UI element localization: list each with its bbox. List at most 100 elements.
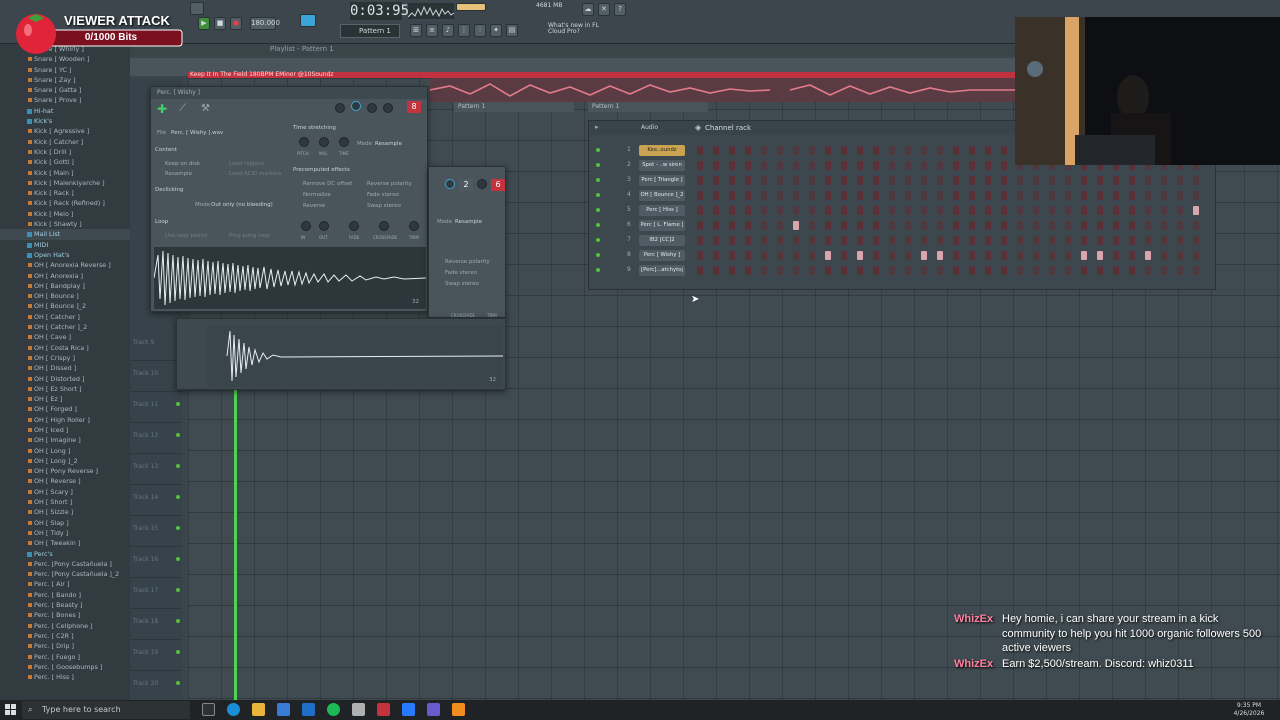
- browser-file[interactable]: Perc. [ Cellphone ]: [0, 621, 130, 631]
- step-button[interactable]: [841, 251, 847, 260]
- step-button[interactable]: [857, 161, 863, 170]
- channel-mute-led[interactable]: [596, 178, 600, 182]
- media-app-icon[interactable]: [427, 703, 440, 716]
- step-button[interactable]: [1129, 221, 1135, 230]
- step-button[interactable]: [745, 221, 751, 230]
- step-button[interactable]: [873, 146, 879, 155]
- step-button[interactable]: [857, 236, 863, 245]
- step-button[interactable]: [841, 191, 847, 200]
- step-button[interactable]: [905, 191, 911, 200]
- stretch-pitch-knob[interactable]: [299, 137, 309, 147]
- browser-file[interactable]: OH [ Sizzle ]: [0, 507, 130, 517]
- step-button[interactable]: [1113, 251, 1119, 260]
- swap-stereo-checkbox[interactable]: Swap stereo: [367, 203, 401, 209]
- step-button[interactable]: [953, 191, 959, 200]
- browser-file[interactable]: Kick [ Catcher ]: [0, 137, 130, 147]
- help-icon[interactable]: ?: [614, 3, 626, 16]
- step-button[interactable]: [1097, 251, 1103, 260]
- browser-file[interactable]: OH [ Ez ]: [0, 394, 130, 404]
- channel-name-button[interactable]: Spot - ..w siren: [639, 160, 685, 171]
- channel-mixer-track[interactable]: 8: [627, 251, 631, 258]
- step-button[interactable]: [921, 146, 927, 155]
- step-button[interactable]: [1065, 191, 1071, 200]
- browser-file[interactable]: Snare [ Gatta ]: [0, 85, 130, 95]
- browser-file[interactable]: OH [ Slap ]: [0, 518, 130, 528]
- channel-mute-led[interactable]: [596, 148, 600, 152]
- record-button[interactable]: ●: [230, 17, 242, 30]
- rack-swing-icon[interactable]: ◈: [695, 123, 701, 132]
- step-button[interactable]: [1065, 236, 1071, 245]
- step-button[interactable]: [969, 161, 975, 170]
- browser-file[interactable]: OH [ Anorexia ]: [0, 271, 130, 281]
- step-button[interactable]: [937, 266, 943, 275]
- step-button[interactable]: [1177, 236, 1183, 245]
- step-button[interactable]: [761, 236, 767, 245]
- stretch-mode-select[interactable]: Resample: [375, 141, 402, 147]
- browser-file[interactable]: OH [ Pony Reverse ]: [0, 466, 130, 476]
- track-header[interactable]: Track 10: [130, 361, 182, 392]
- step-button[interactable]: [1033, 236, 1039, 245]
- browser-file[interactable]: OH [ Dissed ]: [0, 363, 130, 373]
- step-button[interactable]: [713, 236, 719, 245]
- browser-file[interactable]: Perc. [ C2R ]: [0, 631, 130, 641]
- ping-pong-loop-checkbox[interactable]: Ping pong loop: [229, 233, 270, 239]
- step-button[interactable]: [1033, 221, 1039, 230]
- step-button[interactable]: [953, 161, 959, 170]
- step-button[interactable]: [937, 236, 943, 245]
- edge-browser-icon[interactable]: [227, 703, 240, 716]
- step-button[interactable]: [905, 251, 911, 260]
- step-button[interactable]: [953, 221, 959, 230]
- step-button[interactable]: [1161, 191, 1167, 200]
- step-button[interactable]: [841, 146, 847, 155]
- step-button[interactable]: [761, 206, 767, 215]
- channel-name-button[interactable]: OH [ Bounce ]_2: [639, 190, 685, 201]
- snap-icon[interactable]: ⊞: [410, 24, 422, 37]
- step-button[interactable]: [1081, 236, 1087, 245]
- browser-file[interactable]: Perc. [ Drip ]: [0, 641, 130, 651]
- step-button[interactable]: [921, 191, 927, 200]
- browser-file[interactable]: Kick [ Main ]: [0, 168, 130, 178]
- step-button[interactable]: [825, 176, 831, 185]
- step-button[interactable]: [953, 236, 959, 245]
- step-button[interactable]: [793, 251, 799, 260]
- step-button[interactable]: [745, 176, 751, 185]
- step-button[interactable]: [745, 146, 751, 155]
- metronome-toggle[interactable]: [300, 14, 316, 27]
- step-button[interactable]: [1145, 251, 1151, 260]
- step-button[interactable]: [1081, 191, 1087, 200]
- channel-mixer-track[interactable]: 5: [627, 206, 631, 213]
- reverse-checkbox[interactable]: Reverse: [303, 203, 325, 209]
- step-button[interactable]: [889, 221, 895, 230]
- step-button[interactable]: [873, 251, 879, 260]
- close-icon[interactable]: ✕: [598, 3, 610, 16]
- step-button[interactable]: [1161, 251, 1167, 260]
- resample-checkbox[interactable]: Resample: [165, 171, 192, 177]
- piano-roll-icon[interactable]: ♪: [442, 24, 454, 37]
- task-view-icon[interactable]: [202, 703, 215, 716]
- step-button[interactable]: [889, 206, 895, 215]
- channel-mute-led[interactable]: [596, 253, 600, 257]
- step-button[interactable]: [937, 176, 943, 185]
- track-header[interactable]: Track 11: [130, 392, 182, 423]
- channel-mute-led[interactable]: [596, 163, 600, 167]
- step-button[interactable]: [777, 221, 783, 230]
- declick-mode-select[interactable]: Out only (no bleeding): [211, 202, 273, 208]
- vscode-app-icon[interactable]: [302, 703, 315, 716]
- step-button[interactable]: [873, 266, 879, 275]
- step-button[interactable]: [1065, 206, 1071, 215]
- browser-file[interactable]: OH [ Catcher ]_2: [0, 322, 130, 332]
- step-button[interactable]: [1193, 251, 1199, 260]
- track-header[interactable]: Track 9: [130, 330, 182, 361]
- visual-studio-icon[interactable]: [402, 703, 415, 716]
- play-button[interactable]: ▶: [198, 17, 210, 30]
- taskbar-search-input[interactable]: ⌕ Type here to search: [22, 701, 190, 719]
- step-button[interactable]: [745, 236, 751, 245]
- step-button[interactable]: [841, 161, 847, 170]
- step-button[interactable]: [889, 236, 895, 245]
- step-button[interactable]: [761, 191, 767, 200]
- browser-file[interactable]: Kick [ Shawty ]: [0, 219, 130, 229]
- track-header[interactable]: Track 20: [130, 671, 182, 702]
- browser-file[interactable]: OH [ Catcher ]: [0, 312, 130, 322]
- channel-name-button[interactable]: Perc [ Wishy ]: [639, 250, 685, 261]
- step-button[interactable]: [793, 161, 799, 170]
